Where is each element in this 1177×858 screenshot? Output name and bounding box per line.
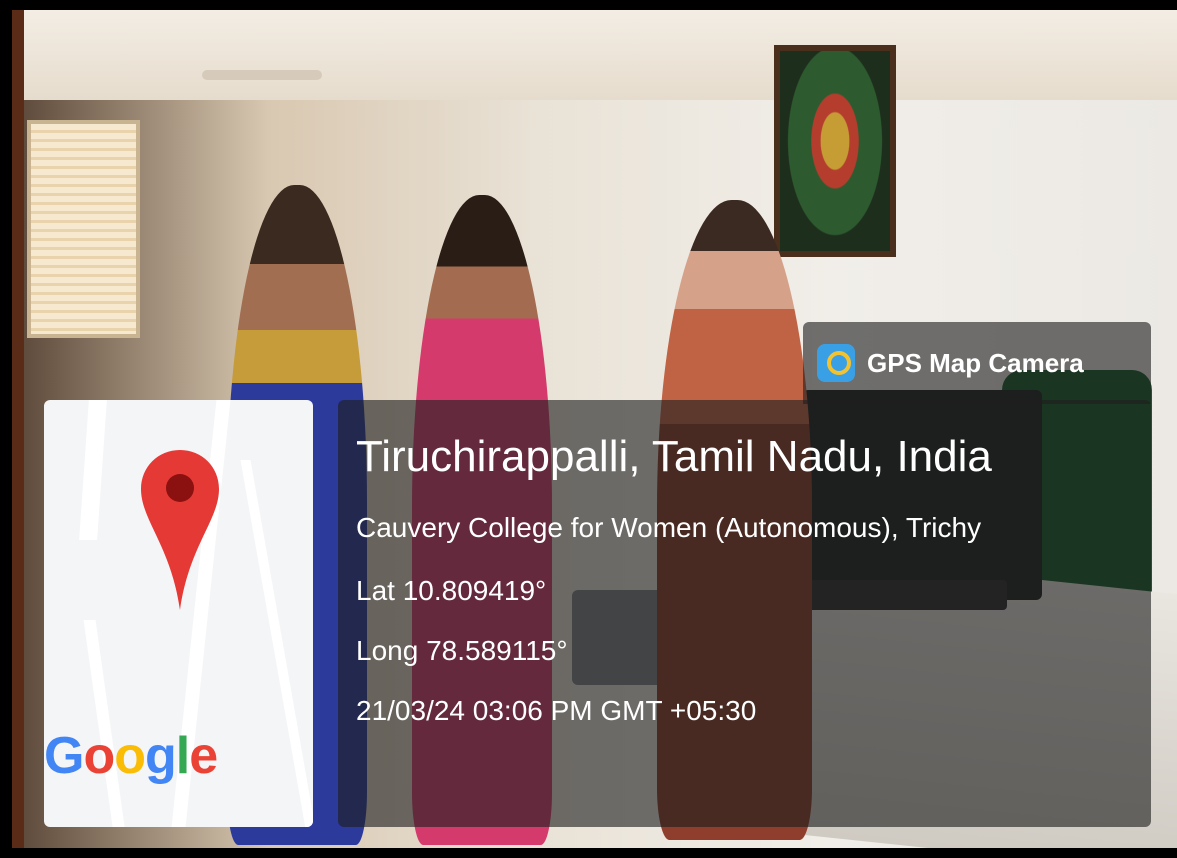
- google-logo-letter: o: [83, 727, 115, 785]
- google-logo-letter: g: [144, 727, 177, 785]
- window-blinds: [27, 120, 140, 338]
- latitude-value: Lat 10.809419°: [356, 575, 547, 606]
- map-road: [83, 620, 127, 827]
- map-road: [79, 400, 107, 540]
- google-logo-letter: e: [189, 727, 218, 785]
- location-pin-icon: [141, 450, 219, 610]
- door-frame: [12, 10, 24, 848]
- longitude-value: Long 78.589115°: [356, 635, 568, 666]
- gps-map-camera-icon: [817, 344, 855, 382]
- google-logo-letter: G: [44, 727, 84, 785]
- ceiling-fan: [202, 70, 322, 80]
- gps-brand-label: GPS Map Camera: [867, 347, 1084, 378]
- wall-picture-frame: [774, 45, 896, 257]
- location-title: Tiruchirappalli, Tamil Nadu, India: [356, 432, 992, 481]
- google-logo: Google: [44, 726, 218, 786]
- mini-map: Google: [44, 400, 313, 827]
- map-road: [240, 460, 313, 827]
- gps-camera-badge: GPS Map Camera: [803, 322, 1151, 404]
- google-logo-letter: o: [114, 727, 146, 785]
- google-logo-letter: l: [175, 727, 190, 785]
- ceiling: [12, 10, 1177, 100]
- address-line: Cauvery College for Women (Autonomous), …: [356, 512, 982, 543]
- datetime-stamp: 21/03/24 03:06 PM GMT +05:30: [356, 695, 757, 726]
